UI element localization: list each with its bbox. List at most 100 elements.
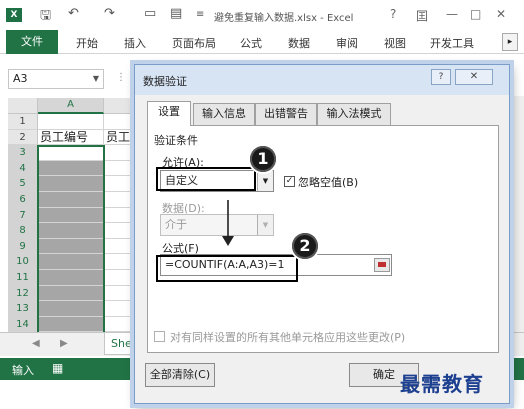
- ignore-blank-checkbox[interactable]: ✓: [284, 176, 295, 187]
- tab-file[interactable]: 文件: [6, 30, 58, 54]
- table-row: 12: [8, 285, 144, 302]
- ribbon-scroll-button[interactable]: ▸: [502, 33, 518, 51]
- formula-input-value: =COUNTIF(A:A,A3)=1: [165, 258, 285, 271]
- apply-all-checkbox[interactable]: [154, 331, 165, 342]
- dialog-help-button[interactable]: ?: [431, 69, 451, 85]
- ribbon-tabs: 文件 开始 插入 页面布局 公式 数据 审阅 视图 开发工具 ▸: [0, 30, 524, 54]
- vertical-scrollbar[interactable]: [510, 96, 524, 336]
- title-prefix: ≡: [196, 9, 205, 20]
- cell-a[interactable]: [38, 316, 104, 333]
- table-row: 14: [8, 316, 144, 333]
- tab-developer[interactable]: 开发工具: [430, 35, 474, 51]
- undo-icon[interactable]: ↶: [68, 6, 79, 21]
- chevron-down-icon[interactable]: ▼: [257, 171, 273, 191]
- select-all-corner[interactable]: [8, 98, 38, 114]
- row-header[interactable]: 14: [8, 316, 38, 333]
- maximize-icon[interactable]: □: [470, 7, 481, 21]
- sheet-next-icon[interactable]: ▶: [60, 338, 68, 349]
- apply-all-label: 对有同样设置的所有其他单元格应用这些更改(P): [170, 331, 406, 344]
- allow-select[interactable]: 自定义 ▼: [160, 170, 274, 192]
- allow-select-value: 自定义: [165, 174, 198, 187]
- redo-icon[interactable]: ↷: [104, 6, 115, 21]
- tab-view[interactable]: 视图: [384, 35, 406, 51]
- cell-a[interactable]: [38, 192, 104, 208]
- ignore-blank-label: 忽略空值(B): [298, 176, 359, 189]
- cell-a[interactable]: [38, 114, 104, 130]
- table-row: 3: [8, 145, 144, 161]
- chevron-down-icon[interactable]: ▼: [93, 70, 99, 88]
- data-select: 介于 ▼: [160, 214, 274, 236]
- customize-icon[interactable]: ▤: [170, 6, 182, 21]
- title-bar: X 🖫 ↶ ↷ ▭ ▤ ≡ 避免重复输入数据.xlsx - Excel ? 囯 …: [0, 0, 524, 30]
- cell-a[interactable]: [38, 270, 104, 286]
- table-row: 4: [8, 160, 144, 177]
- step-badge-2: 2: [292, 233, 318, 259]
- tab-input-message[interactable]: 输入信息: [193, 103, 255, 125]
- dialog-close-button[interactable]: ✕: [455, 69, 493, 85]
- tab-formulas[interactable]: 公式: [240, 35, 262, 51]
- row-header[interactable]: 5: [8, 176, 38, 192]
- formula-input[interactable]: =COUNTIF(A:A,A3)=1: [160, 254, 392, 276]
- cell-a[interactable]: [38, 285, 104, 302]
- cell-a[interactable]: [38, 254, 104, 270]
- tab-review[interactable]: 审阅: [336, 35, 358, 51]
- data-validation-dialog: 数据验证 ? ✕ 设置 输入信息 出错警告 输入法模式 验证条件 允许(A): …: [134, 64, 510, 404]
- row-header[interactable]: 7: [8, 207, 38, 224]
- chevron-down-icon: ▼: [257, 215, 273, 235]
- tab-error-alert[interactable]: 出错警告: [255, 103, 317, 125]
- excel-logo-icon: X: [6, 8, 22, 22]
- macro-record-icon[interactable]: ▦: [52, 361, 63, 375]
- cell-a[interactable]: [38, 160, 104, 177]
- column-header-a[interactable]: A: [38, 98, 104, 114]
- row-header[interactable]: 4: [8, 160, 38, 177]
- tab-ime-mode[interactable]: 输入法模式: [317, 103, 391, 125]
- dialog-title-bar: 数据验证 ? ✕: [135, 65, 509, 95]
- tab-settings[interactable]: 设置: [147, 101, 191, 126]
- sheet-prev-icon[interactable]: ◀: [32, 338, 40, 349]
- dialog-title: 数据验证: [143, 75, 187, 88]
- table-row: 11: [8, 270, 144, 286]
- watermark-logo: 最需教育: [400, 372, 484, 396]
- cell-a[interactable]: [38, 207, 104, 224]
- row-header[interactable]: 12: [8, 285, 38, 302]
- open-icon[interactable]: ▭: [144, 6, 156, 21]
- clear-all-button[interactable]: 全部清除(C): [145, 363, 215, 387]
- name-box-value: A3: [13, 72, 28, 85]
- row-header[interactable]: 9: [8, 238, 38, 255]
- close-icon[interactable]: ✕: [496, 7, 506, 21]
- table-row: 9: [8, 238, 144, 255]
- tab-home[interactable]: 开始: [76, 35, 98, 51]
- help-icon[interactable]: ?: [390, 7, 396, 21]
- row-header[interactable]: 6: [8, 192, 38, 208]
- table-row: 10: [8, 254, 144, 270]
- row-header[interactable]: 8: [8, 223, 38, 239]
- name-box[interactable]: A3 ▼: [8, 69, 104, 89]
- minimize-icon[interactable]: —: [446, 7, 458, 21]
- ribbon-display-icon[interactable]: 囯: [416, 7, 428, 24]
- status-mode: 输入: [12, 364, 34, 377]
- document-title: 避免重复输入数据.xlsx - Excel: [214, 13, 354, 24]
- cell-a[interactable]: [38, 238, 104, 255]
- range-select-icon[interactable]: [374, 258, 390, 272]
- row-header[interactable]: 11: [8, 270, 38, 286]
- table-row: 13: [8, 301, 144, 317]
- cell-a[interactable]: [38, 301, 104, 317]
- row-header[interactable]: 3: [8, 145, 38, 161]
- row-header[interactable]: 10: [8, 254, 38, 270]
- table-row: 7: [8, 207, 144, 224]
- save-icon[interactable]: 🖫: [40, 6, 51, 28]
- tab-page-layout[interactable]: 页面布局: [172, 35, 216, 51]
- tab-data[interactable]: 数据: [288, 35, 310, 51]
- formula-bar-grip-icon: ⋮: [116, 72, 126, 83]
- table-row: 5: [8, 176, 144, 192]
- row-header[interactable]: 2: [8, 129, 38, 146]
- allow-label: 允许(A):: [162, 156, 204, 169]
- cell-a[interactable]: [38, 145, 104, 161]
- tab-insert[interactable]: 插入: [124, 35, 146, 51]
- cell-a[interactable]: [38, 176, 104, 192]
- cell-a[interactable]: [38, 223, 104, 239]
- row-header[interactable]: 13: [8, 301, 38, 317]
- cell-a[interactable]: 员工编号: [38, 129, 104, 146]
- row-header[interactable]: 1: [8, 114, 38, 130]
- step-badge-1: 1: [250, 146, 276, 172]
